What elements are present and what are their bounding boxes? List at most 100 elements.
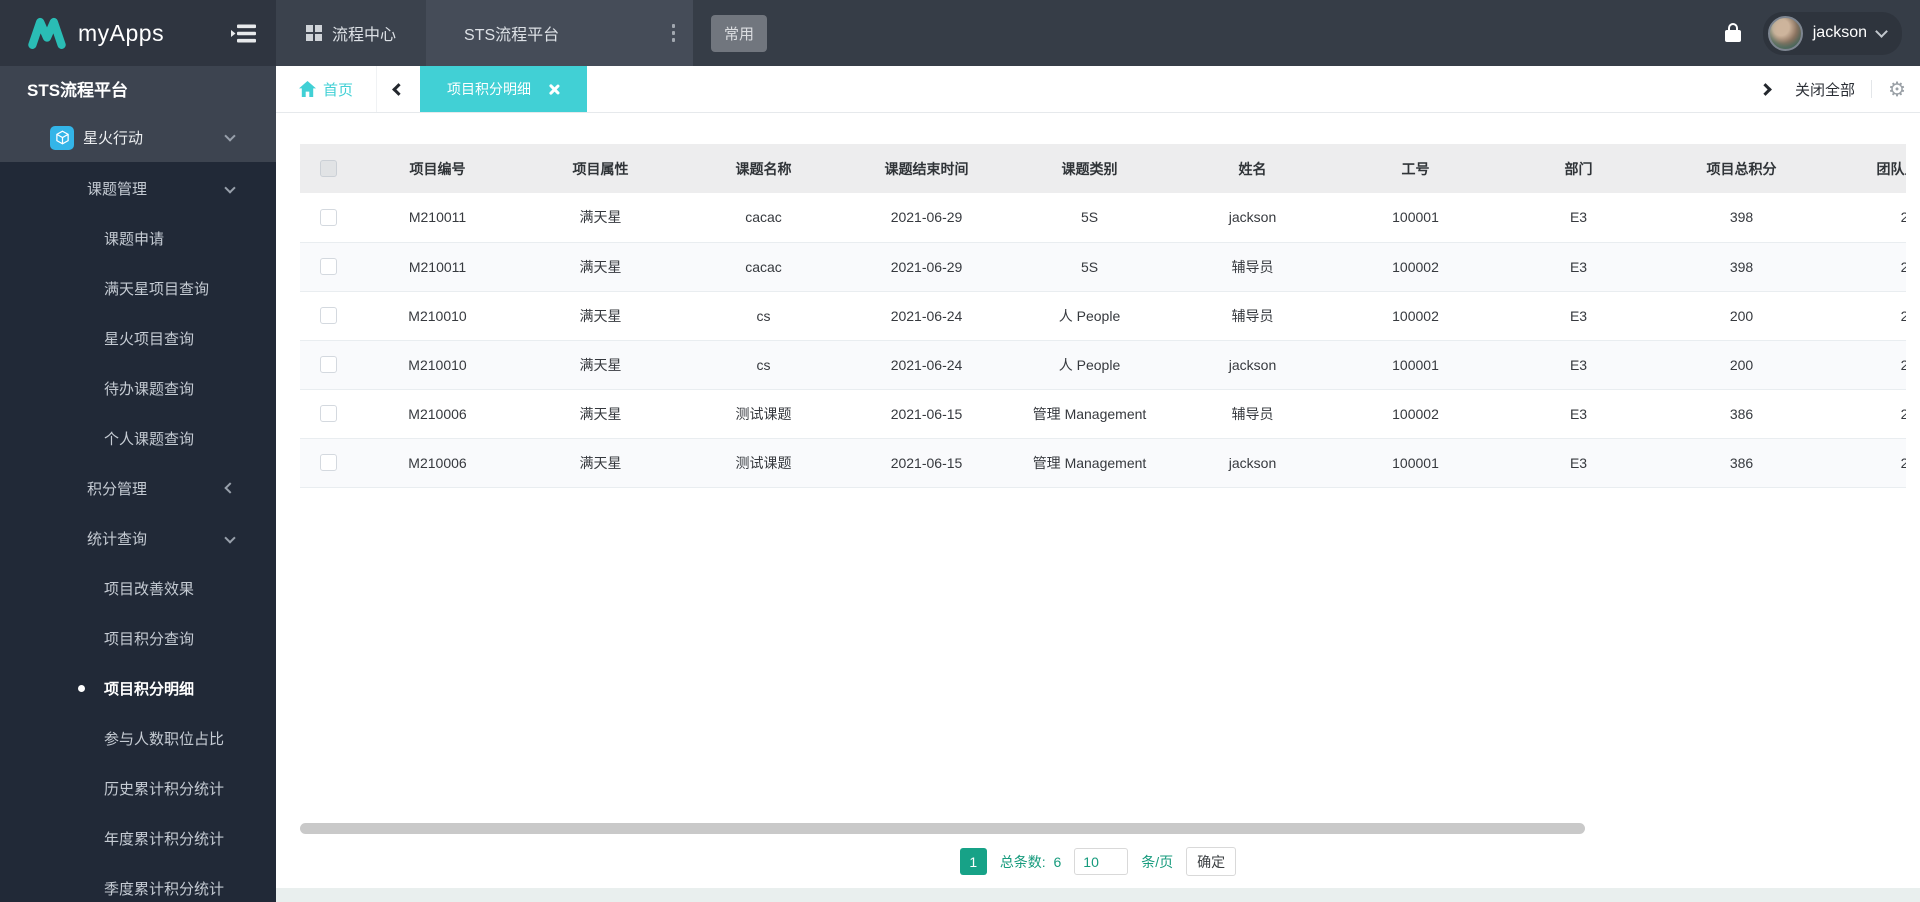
logo-text: myApps <box>78 19 165 46</box>
page-size-input[interactable] <box>1074 848 1129 875</box>
table-cell: E3 <box>1569 307 1588 324</box>
sidebar-item-label: 星火项目查询 <box>104 330 195 348</box>
row-checkbox[interactable] <box>319 209 337 227</box>
close-all-button[interactable]: 关闭全部 <box>1795 79 1855 100</box>
sidebar-collapse-icon[interactable] <box>231 24 256 43</box>
favorites-button[interactable]: 常用 <box>711 14 768 52</box>
table-row[interactable]: M210010 满天星 cs 2021-06-24 人 People jackson 100… <box>300 340 1906 389</box>
table-cell: M210006 <box>408 454 467 471</box>
sidebar-item[interactable]: 课题管理 <box>0 163 276 213</box>
table-row[interactable]: M210011 满天星 cacac 2021-06-29 5S jackson 100001… <box>300 193 1906 242</box>
row-checkbox[interactable] <box>319 258 337 276</box>
table-cell: 2 <box>1900 454 1906 471</box>
content: 项目编号 项目属性 课题名称 课题结束时间 课题类别 姓名 工号 部门 项目总积分 团队人数 M2… <box>276 113 1920 902</box>
tab-active-project-points-detail[interactable]: 项目积分明细 <box>420 66 588 112</box>
sidebar-item[interactable]: 项目积分查询 <box>0 613 276 663</box>
confirm-button[interactable]: 确定 <box>1186 847 1237 876</box>
active-bullet <box>78 685 85 692</box>
sidebar-item[interactable]: 季度累计积分统计 <box>0 863 276 902</box>
user-menu[interactable]: jackson <box>1762 11 1902 55</box>
table-cell: 2021-06-29 <box>890 258 963 275</box>
table-header-row: 项目编号 项目属性 课题名称 课题结束时间 课题类别 姓名 工号 部门 项目总积分 团队人数 <box>300 144 1906 193</box>
sidebar-item[interactable]: 星火项目查询 <box>0 313 276 363</box>
sidebar-item[interactable]: 项目改善效果 <box>0 563 276 613</box>
lock-icon[interactable] <box>1724 22 1741 43</box>
table-cell: 满天星 <box>579 209 622 226</box>
sidebar-item-label: 待办课题查询 <box>104 380 195 398</box>
table-row[interactable]: M210006 满天星 测试课题 2021-06-15 管理 Management jac… <box>300 438 1906 487</box>
column-header: 项目编号 <box>409 160 466 177</box>
topbar-right: jackson <box>1724 11 1920 55</box>
table-cell: 满天星 <box>579 405 622 422</box>
column-header: 团队人数 <box>1876 160 1907 177</box>
table-cell: M210010 <box>408 356 467 373</box>
table-cell: 人 People <box>1058 307 1121 324</box>
chevron-left-icon <box>224 482 236 494</box>
sidebar-item[interactable]: 待办课题查询 <box>0 363 276 413</box>
row-checkbox[interactable] <box>319 454 337 472</box>
table-cell: 满天星 <box>579 356 622 373</box>
table-cell: E3 <box>1569 356 1588 373</box>
sidebar-menu: 课题管理 课题申请 满天星项目查询星火项目查询 待办课题查询个人课题查询 积分管理 统计查… <box>0 162 276 902</box>
column-header: 课题类别 <box>1061 160 1118 177</box>
sidebar-item[interactable]: 课题申请 <box>0 213 276 263</box>
table-cell: 2021-06-24 <box>890 356 963 373</box>
table-cell: E3 <box>1569 454 1588 471</box>
table-cell: 满天星 <box>579 454 622 471</box>
table-cell: 200 <box>1729 307 1754 324</box>
tab-scroll-right[interactable] <box>1744 82 1787 96</box>
sidebar-item[interactable]: 项目积分明细 <box>0 663 276 713</box>
tab-scroll-left[interactable] <box>377 82 420 96</box>
tab-label: 项目积分明细 <box>447 81 532 97</box>
table-cell: 辅导员 <box>1231 307 1274 324</box>
table-cell: cs <box>756 307 771 324</box>
app-window: myApps 流程中心 STS流程平台 常用 jackson STS流程平台 星… <box>0 0 1920 902</box>
table-cell: 管理 Management <box>1032 454 1147 471</box>
page-1-button[interactable]: 1 <box>959 848 987 875</box>
per-page-label: 条/页 <box>1141 853 1174 870</box>
sidebar-item[interactable]: 参与人数职位占比 <box>0 713 276 763</box>
column-header: 部门 <box>1564 160 1593 177</box>
sidebar-item[interactable]: 满天星项目查询 <box>0 263 276 313</box>
topbar-tab-sts-platform[interactable]: STS流程平台 <box>426 0 694 66</box>
sidebar-item-label: 历史累计积分统计 <box>104 780 225 798</box>
table-row[interactable]: M210010 满天星 cs 2021-06-24 人 People 辅导员 100002 E… <box>300 291 1906 340</box>
row-checkbox[interactable] <box>319 356 337 374</box>
sidebar-item[interactable]: 积分管理 <box>0 463 276 513</box>
table-cell: 100001 <box>1392 454 1439 471</box>
table-cell: 386 <box>1729 405 1754 422</box>
table-cell: E3 <box>1569 258 1588 275</box>
table-cell: 2021-06-24 <box>890 307 963 324</box>
breadcrumb-home[interactable]: 首页 <box>276 66 378 112</box>
sidebar-item-label: 星火行动 <box>83 130 144 147</box>
scrollbar-thumb[interactable] <box>300 823 1585 834</box>
more-options-icon[interactable] <box>672 24 676 42</box>
chevron-left-icon <box>392 82 405 96</box>
myapps-logo-icon <box>26 17 68 49</box>
table-row[interactable]: M210011 满天星 cacac 2021-06-29 5S 辅导员 100002 E3 39… <box>300 242 1906 291</box>
sidebar-item-spark-action[interactable]: 星火行动 <box>0 113 276 162</box>
gear-icon[interactable]: ⚙ <box>1888 79 1906 99</box>
close-icon[interactable] <box>547 83 560 96</box>
sidebar-item[interactable]: 个人课题查询 <box>0 413 276 463</box>
topbar: myApps 流程中心 STS流程平台 常用 jackson <box>0 0 1920 66</box>
tabbar-right: 关闭全部 ⚙ <box>1744 79 1920 100</box>
table-cell: 398 <box>1729 209 1754 226</box>
sidebar-item[interactable]: 年度累计积分统计 <box>0 813 276 863</box>
table-cell: 2 <box>1900 356 1906 373</box>
table-cell: E3 <box>1569 405 1588 422</box>
table-cell: 100002 <box>1392 405 1439 422</box>
table-cell: 2 <box>1900 258 1906 275</box>
table-row[interactable]: M210006 满天星 测试课题 2021-06-15 管理 Management 辅导员… <box>300 389 1906 438</box>
column-header: 项目属性 <box>572 160 629 177</box>
divider <box>1871 80 1873 98</box>
table-wrapper: 项目编号 项目属性 课题名称 课题结束时间 课题类别 姓名 工号 部门 项目总积分 团队人数 M2… <box>300 144 1906 488</box>
pagination: 1 总条数: 6 条/页 确定 <box>276 847 1920 876</box>
row-checkbox[interactable] <box>319 307 337 325</box>
table-cell: jackson <box>1228 209 1277 226</box>
topbar-tab-process-center[interactable]: 流程中心 <box>276 0 427 66</box>
row-checkbox[interactable] <box>319 405 337 423</box>
sidebar-item[interactable]: 历史累计积分统计 <box>0 763 276 813</box>
select-all-checkbox[interactable] <box>319 160 337 178</box>
sidebar-item[interactable]: 统计查询 <box>0 513 276 563</box>
